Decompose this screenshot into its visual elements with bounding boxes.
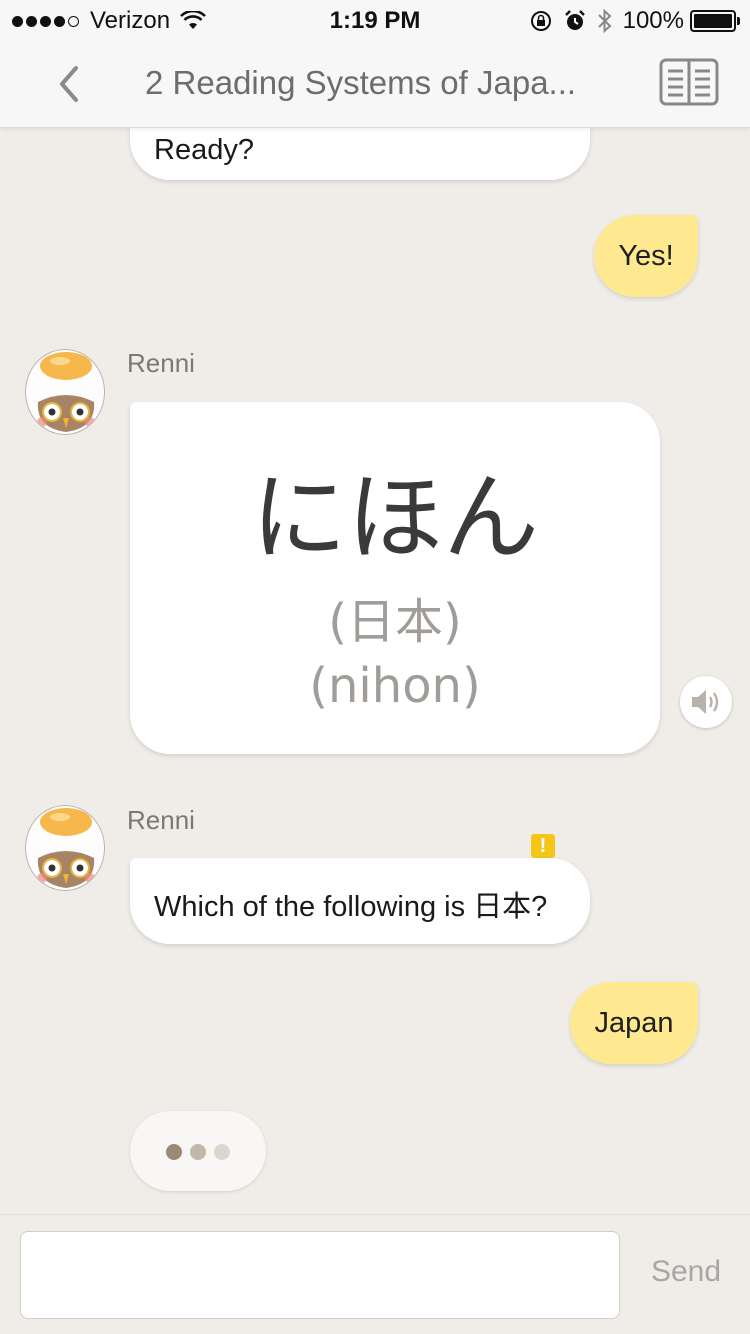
status-right: 100% (519, 7, 740, 35)
back-chevron-icon[interactable] (50, 62, 86, 106)
avatar[interactable] (25, 349, 105, 435)
hint-badge[interactable]: ! (531, 834, 555, 858)
bot-message-text: Ready? (154, 134, 254, 166)
user-message-bubble: Yes! (594, 215, 698, 297)
book-icon[interactable] (658, 57, 720, 107)
owl-avatar-icon (37, 352, 95, 432)
play-audio-button[interactable] (680, 676, 732, 728)
user-message-bubble: Japan (570, 982, 698, 1064)
nav-bar: 2 Reading Systems of Japa... (0, 40, 750, 128)
typing-dot (190, 1144, 206, 1160)
owl-avatar-icon (37, 808, 95, 888)
vocab-card: にほん (日本) (nihon) (130, 402, 660, 754)
bot-message-bubble: Ready? (130, 128, 590, 180)
vocab-romaji: (nihon) (309, 658, 481, 714)
rotation-lock-icon (530, 11, 551, 31)
sender-name: Renni (127, 348, 195, 378)
user-message-text: Japan (594, 1006, 674, 1039)
composer-bar: Send (0, 1214, 750, 1334)
sender-name: Renni (127, 805, 195, 835)
typing-dot (166, 1144, 182, 1160)
send-button[interactable]: Send (636, 1255, 736, 1289)
typing-indicator (130, 1111, 266, 1191)
bot-message-text: Which of the following is 日本? (154, 891, 548, 923)
typing-dot (214, 1144, 230, 1160)
avatar[interactable] (25, 805, 105, 891)
bot-message-bubble: Which of the following is 日本? (130, 858, 590, 944)
message-input[interactable] (20, 1231, 620, 1319)
alarm-icon (564, 10, 585, 30)
bluetooth-icon (597, 8, 612, 34)
vocab-kana: にほん (251, 462, 539, 574)
page-title: 2 Reading Systems of Japa... (145, 64, 577, 101)
vocab-kanji: (日本) (328, 594, 462, 650)
user-message-text: Yes! (618, 239, 674, 272)
speaker-icon (692, 690, 719, 714)
chat-thread[interactable]: Ready? Yes! Renni にほん (日本) (nihon) Renni… (0, 128, 750, 1214)
status-bar: Verizon 1:19 PM 100% (0, 0, 750, 40)
battery-icon (690, 10, 740, 32)
battery-percent: 100% (622, 7, 684, 34)
